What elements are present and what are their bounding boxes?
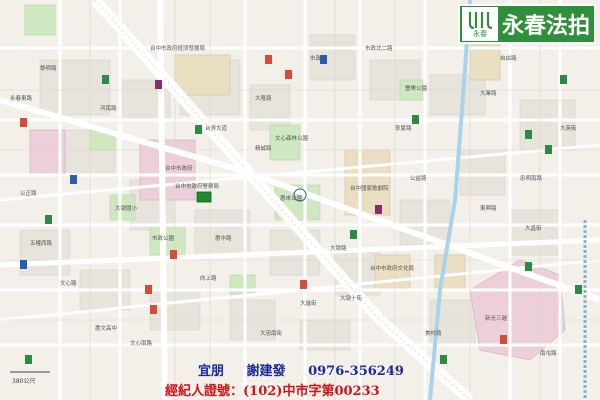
map-label: 大墩國小 bbox=[115, 204, 138, 212]
map-label: 河南路 bbox=[100, 104, 117, 112]
map-label: 南屯路 bbox=[540, 349, 557, 357]
convenience-store-icon[interactable] bbox=[20, 118, 27, 127]
convenience-store-icon[interactable] bbox=[525, 130, 532, 139]
contact-name: 謝建發 bbox=[246, 364, 286, 379]
map-label: 豐樂公園 bbox=[405, 84, 428, 92]
map-label: 惠中路 bbox=[215, 234, 232, 242]
map-label: 市政公園 bbox=[152, 234, 175, 242]
map-label: 新光三越 bbox=[485, 314, 508, 322]
map-label: 東興路 bbox=[480, 204, 497, 212]
street-map[interactable]: 台中市政府 台中市政府經濟發展局 台中市政府文化局 惠來公園 豐樂公園 台中國家… bbox=[0, 0, 600, 400]
map-label: 文心南路 bbox=[130, 339, 153, 347]
convenience-store-icon[interactable] bbox=[102, 75, 109, 84]
map-label: 大進街 bbox=[300, 299, 317, 307]
map-label: 台中市政府 bbox=[165, 164, 193, 172]
convenience-store-icon[interactable] bbox=[285, 70, 292, 79]
convenience-store-icon[interactable] bbox=[375, 205, 382, 214]
convenience-store-icon[interactable] bbox=[150, 305, 157, 314]
map-label: 公益路 bbox=[410, 174, 427, 182]
map-label: 忠明南路 bbox=[520, 174, 543, 182]
map-label: 文心森林公園 bbox=[275, 134, 309, 142]
convenience-store-icon[interactable] bbox=[412, 115, 419, 124]
map-label: 五權西路 bbox=[30, 239, 53, 247]
convenience-store-icon[interactable] bbox=[575, 285, 582, 294]
convenience-store-icon[interactable] bbox=[560, 75, 567, 84]
map-label: 美村路 bbox=[425, 329, 442, 337]
bus-stop-icon[interactable] bbox=[170, 250, 177, 259]
convenience-store-icon[interactable] bbox=[440, 355, 447, 364]
convenience-store-icon[interactable] bbox=[45, 215, 52, 224]
bus-stop-icon[interactable] bbox=[70, 175, 77, 184]
map-label: 台灣大道 bbox=[205, 124, 228, 132]
map-label: 台中市政府文化局 bbox=[370, 264, 414, 272]
brand-name: 永春法拍 bbox=[502, 14, 591, 39]
brand-logo-icon: 永春 bbox=[462, 7, 498, 41]
map-label: 向上路 bbox=[200, 274, 217, 282]
bank-icon[interactable] bbox=[155, 80, 162, 89]
map-label: 台中市政府經濟發展局 bbox=[150, 44, 205, 52]
map-label: 文心路 bbox=[60, 279, 77, 287]
map-label: 公正路 bbox=[20, 189, 37, 197]
convenience-store-icon[interactable] bbox=[195, 125, 202, 134]
map-label: 大墩十街 bbox=[340, 294, 363, 302]
map-label: 大業路 bbox=[480, 89, 497, 97]
contact-line: 宜朋 謝建發 0976-356249 bbox=[198, 360, 422, 379]
map-label: 黎明路 bbox=[40, 64, 57, 72]
map-label: 大墩路 bbox=[330, 244, 347, 252]
map-label: 大隆路 bbox=[255, 94, 272, 102]
brand-logo-text: 永春 bbox=[473, 30, 487, 38]
convenience-store-icon[interactable] bbox=[525, 262, 532, 271]
convenience-store-icon[interactable] bbox=[25, 355, 32, 364]
map-label: 大昌街 bbox=[525, 224, 542, 232]
map-label: 惠文高中 bbox=[95, 324, 117, 332]
map-label: 台中國家歌劇院 bbox=[350, 184, 389, 192]
map-label: 大英街 bbox=[560, 124, 577, 132]
contact-label: 宜朋 bbox=[198, 364, 225, 379]
map-label: 永春東路 bbox=[10, 94, 33, 102]
convenience-store-icon[interactable] bbox=[500, 335, 507, 344]
map-label: 自由路 bbox=[500, 54, 517, 62]
convenience-store-icon[interactable] bbox=[300, 280, 307, 289]
scale-label: 380公尺 bbox=[12, 378, 36, 385]
convenience-store-icon[interactable] bbox=[20, 260, 27, 269]
convenience-store-icon[interactable] bbox=[350, 230, 357, 239]
license-number: 經紀人證號：(102)中市字第00233 bbox=[165, 384, 380, 399]
convenience-store-icon[interactable] bbox=[145, 285, 152, 294]
convenience-store-icon[interactable] bbox=[545, 145, 552, 154]
map-label: 大忠南街 bbox=[260, 329, 283, 337]
contact-phone[interactable]: 0976-356249 bbox=[308, 364, 404, 379]
map-label: 台中市政府警察局 bbox=[175, 182, 219, 190]
map-label: 寧夏路 bbox=[395, 124, 412, 132]
map-label: 市政北二路 bbox=[365, 44, 393, 52]
map-label: 精誠路 bbox=[255, 144, 272, 152]
convenience-store-icon[interactable] bbox=[265, 55, 272, 64]
bus-stop-icon[interactable] bbox=[320, 55, 327, 64]
property-location-marker[interactable] bbox=[196, 191, 212, 203]
brand-badge: 永春 永春法拍 bbox=[458, 4, 596, 44]
